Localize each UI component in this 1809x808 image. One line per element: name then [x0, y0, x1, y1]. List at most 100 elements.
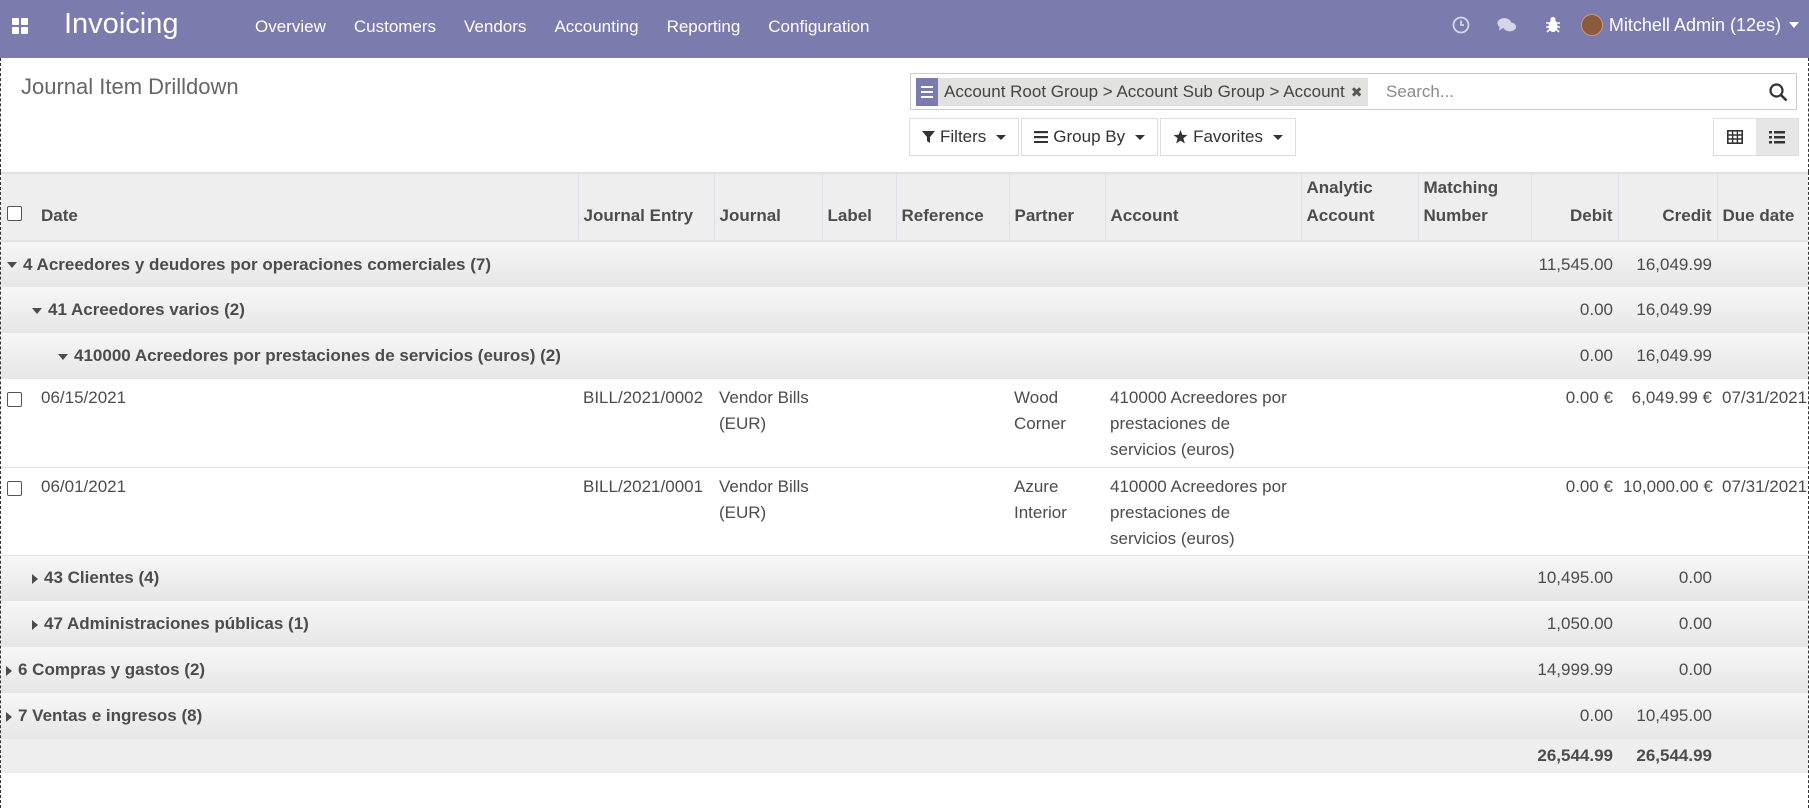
menu-customers[interactable]: Customers [354, 17, 436, 37]
caret-right-icon [32, 619, 38, 630]
list-view-button[interactable] [1756, 119, 1798, 155]
caret-down-icon [1135, 134, 1146, 140]
groupby-list-icon [916, 78, 938, 106]
caret-right-icon [6, 665, 12, 676]
cell-date: 06/01/2021 [41, 476, 127, 496]
col-due-date[interactable]: Due date [1716, 173, 1808, 241]
col-account[interactable]: Account [1104, 173, 1301, 241]
group-credit: 0.00 [1678, 660, 1712, 679]
list-view: Date Journal Entry Journal Label Referen… [0, 172, 1809, 808]
cell-analytic-account [1301, 467, 1418, 555]
cell-due-date: 07/31/2021 [1722, 388, 1808, 407]
main-menu: Overview Customers Vendors Accounting Re… [255, 17, 897, 37]
search-input[interactable] [1386, 74, 1756, 109]
debug-bug-icon[interactable] [1543, 15, 1563, 35]
clock-icon[interactable] [1451, 15, 1471, 35]
caret-right-icon [32, 573, 38, 584]
remove-facet-icon[interactable]: ✖ [1351, 84, 1363, 101]
table-row[interactable]: 06/15/2021 BILL/2021/0002 Vendor Bills (… [1, 379, 1808, 467]
menu-accounting[interactable]: Accounting [554, 17, 638, 37]
groupby-label: Group By [1053, 127, 1126, 146]
group-label: 7 Ventas e ingresos (8) [18, 706, 203, 725]
chat-icon[interactable] [1497, 15, 1517, 35]
caret-down-icon [1273, 134, 1284, 140]
group-credit: 16,049.99 [1636, 346, 1712, 365]
group-label: 6 Compras y gastos (2) [18, 660, 206, 679]
caret-down-icon [58, 353, 68, 360]
pivot-view-button[interactable] [1714, 119, 1756, 155]
group-label: 47 Administraciones públicas (1) [44, 614, 309, 633]
group-row[interactable]: 47 Administraciones públicas (1) 1,050.0… [1, 601, 1808, 647]
cell-debit: 0.00 € [1565, 476, 1613, 496]
list-icon [1769, 130, 1785, 143]
group-debit: 0.00 [1579, 346, 1613, 365]
cell-journal: Vendor Bills (EUR) [719, 476, 809, 522]
group-row[interactable]: 7 Ventas e ingresos (8) 0.00 10,495.00 [1, 693, 1808, 739]
cell-journal-entry: BILL/2021/0001 [583, 476, 704, 496]
group-row[interactable]: 43 Clientes (4) 10,495.00 0.00 [1, 555, 1808, 601]
cell-journal-entry: BILL/2021/0002 [583, 388, 704, 407]
col-journal[interactable]: Journal [713, 173, 822, 241]
col-analytic-account[interactable]: Analytic Account [1300, 173, 1418, 241]
facet-label: Account Root Group > Account Sub Group >… [944, 82, 1345, 101]
caret-down-icon [996, 134, 1007, 140]
group-credit: 0.00 [1678, 614, 1712, 633]
group-label: 43 Clientes (4) [44, 568, 160, 588]
total-debit: 26,544.99 [1537, 746, 1613, 765]
col-debit[interactable]: Debit [1530, 173, 1618, 241]
row-checkbox[interactable] [7, 392, 22, 407]
group-row[interactable]: 4 Acreedores y deudores por operaciones … [1, 241, 1808, 287]
search-icon[interactable] [1769, 83, 1788, 102]
col-date[interactable]: Date [36, 173, 578, 241]
col-reference[interactable]: Reference [895, 173, 1009, 241]
group-row[interactable]: 41 Acreedores varios (2) 0.00 16,049.99 [1, 287, 1808, 333]
cell-partner: Azure Interior [1014, 476, 1067, 522]
top-navbar: Invoicing Overview Customers Vendors Acc… [0, 0, 1809, 58]
col-partner[interactable]: Partner [1008, 173, 1105, 241]
cell-credit: 6,049.99 € [1631, 388, 1712, 407]
menu-vendors[interactable]: Vendors [464, 17, 526, 37]
row-checkbox[interactable] [7, 480, 22, 496]
group-credit: 16,049.99 [1636, 254, 1712, 274]
cell-reference [896, 379, 1009, 467]
cell-partner: Wood Corner [1014, 388, 1066, 433]
app-name[interactable]: Invoicing [64, 8, 178, 41]
user-avatar[interactable] [1580, 14, 1603, 36]
select-all-checkbox[interactable] [7, 206, 22, 221]
group-label: 41 Acreedores varios (2) [48, 300, 245, 319]
group-debit: 10,495.00 [1537, 568, 1613, 588]
favorites-label: Favorites [1193, 127, 1264, 146]
apps-menu-icon[interactable] [12, 18, 32, 38]
control-panel: Journal Item Drilldown Account Root Grou… [0, 58, 1809, 172]
group-row[interactable]: 6 Compras y gastos (2) 14,999.99 0.00 [1, 647, 1808, 693]
user-name[interactable]: Mitchell Admin (12es) [1609, 15, 1781, 36]
col-journal-entry[interactable]: Journal Entry [577, 173, 714, 241]
view-switcher [1713, 118, 1799, 156]
cell-debit: 0.00 € [1565, 388, 1613, 407]
group-row[interactable]: 410000 Acreedores por prestaciones de se… [1, 333, 1808, 379]
cell-account: 410000 Acreedores por prestaciones de se… [1110, 476, 1287, 548]
table-row[interactable]: 06/01/2021 BILL/2021/0001 Vendor Bills (… [1, 467, 1808, 555]
group-credit: 0.00 [1678, 568, 1712, 588]
menu-reporting[interactable]: Reporting [667, 17, 741, 37]
menu-overview[interactable]: Overview [255, 17, 326, 37]
col-label[interactable]: Label [821, 173, 896, 241]
search-bar[interactable]: Account Root Group > Account Sub Group >… [910, 73, 1797, 110]
menu-configuration[interactable]: Configuration [768, 17, 869, 37]
group-label: 410000 Acreedores por prestaciones de se… [74, 346, 561, 365]
groupby-button[interactable]: Group By [1021, 118, 1159, 156]
cell-due-date: 07/31/2021 [1722, 476, 1808, 496]
filters-button[interactable]: Filters [909, 118, 1020, 156]
col-matching-number[interactable]: Matching Number [1417, 173, 1531, 241]
groupby-bars-icon [1034, 131, 1049, 143]
group-debit: 0.00 [1579, 300, 1613, 319]
cell-matching-number [1418, 467, 1531, 555]
favorites-button[interactable]: Favorites [1160, 118, 1297, 156]
navbar-systray: Mitchell Admin (12es) [1451, 14, 1799, 36]
cell-journal: Vendor Bills (EUR) [719, 388, 809, 433]
col-credit[interactable]: Credit [1617, 173, 1717, 241]
cell-label [822, 467, 896, 555]
caret-down-icon[interactable] [1789, 22, 1799, 28]
cell-date: 06/15/2021 [41, 388, 127, 407]
group-label: 4 Acreedores y deudores por operaciones … [23, 254, 492, 274]
